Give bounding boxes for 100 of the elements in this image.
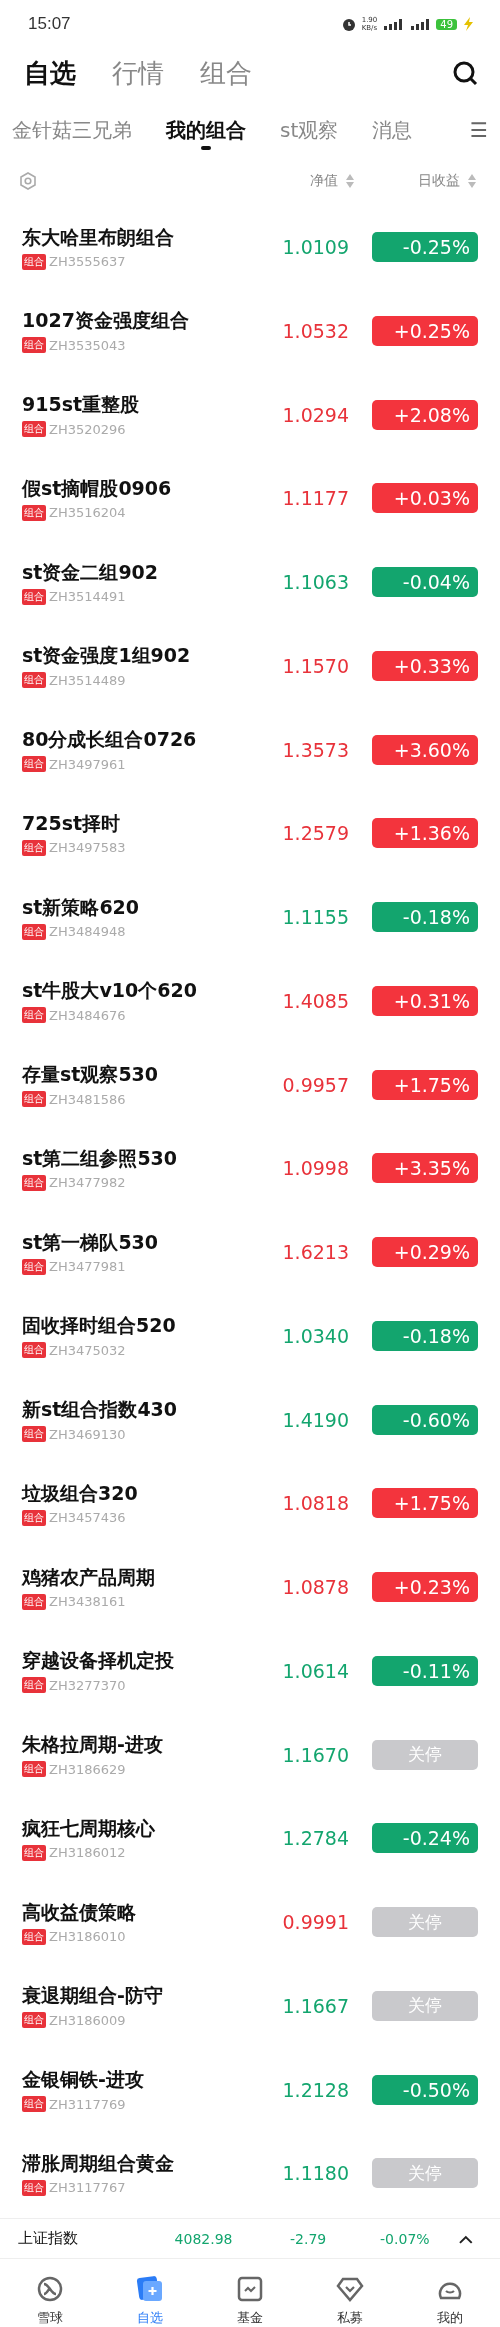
portfolio-name[interactable]: 固收择时组合520 [22, 1313, 249, 1340]
net-value: 1.0818 [281, 1492, 349, 1515]
group-tab[interactable]: 金针菇三兄弟 [12, 116, 132, 150]
portfolio-tag: 组合 [22, 504, 46, 521]
portfolio-tag: 组合 [22, 1593, 46, 1610]
nav-tab[interactable]: 我的 [437, 2309, 463, 2327]
net-value: 1.3573 [281, 738, 349, 761]
portfolio-code: ZH3484948 [49, 924, 126, 939]
circle-icon[interactable] [36, 2275, 64, 2303]
daily-return-badge: -0.11% [372, 1655, 478, 1686]
portfolio-code: ZH3469130 [49, 1426, 126, 1442]
card-plus-icon[interactable] [136, 2275, 164, 2303]
daily-return-badge: -0.50% [372, 2074, 478, 2105]
portfolio-code: ZH3117769 [49, 2096, 126, 2112]
portfolio-name[interactable]: 80分成长组合0726 [22, 727, 249, 753]
nav-tab[interactable]: 私募 [337, 2309, 363, 2327]
net-value: 1.0614 [281, 1659, 349, 1682]
portfolio-name[interactable]: st资金强度1组902 [22, 643, 249, 670]
daily-return-badge: +0.23% [372, 1572, 478, 1602]
index-name: 上证指数 [18, 2229, 79, 2249]
portfolio-tag: 组合 [22, 1677, 46, 1694]
portfolio-tag: 组合 [22, 1091, 46, 1107]
daily-return-column-header[interactable]: 日收益 [418, 171, 460, 190]
portfolio-name[interactable]: 假st摘帽股0906 [22, 475, 249, 502]
portfolio-name[interactable]: 疯狂七周期核心 [22, 1815, 249, 1842]
portfolio-tag: 组合 [22, 1007, 46, 1024]
portfolio-tag: 组合 [22, 672, 46, 689]
portfolio-name[interactable]: st资金二组902 [22, 559, 249, 586]
expand-icon[interactable] [458, 2233, 474, 2244]
portfolio-name[interactable]: 垃圾组合320 [22, 1480, 249, 1507]
net-value: 1.1670 [281, 1743, 349, 1766]
portfolio-tag: 组合 [22, 1174, 46, 1191]
portfolio-name[interactable]: 穿越设备择机定投 [22, 1648, 249, 1675]
portfolio-name[interactable]: st牛股大v10个620 [22, 978, 249, 1005]
group-tab[interactable]: 消息 [372, 116, 413, 150]
portfolio-tag: 组合 [22, 337, 46, 354]
portfolio-name[interactable]: 725st择时 [22, 810, 249, 837]
portfolio-code: ZH3481586 [49, 1091, 126, 1107]
daily-return-badge: -0.18% [372, 1320, 478, 1351]
portfolio-name[interactable]: st第二组参照530 [22, 1145, 249, 1172]
portfolio-code: ZH3186009 [49, 2012, 126, 2028]
portfolio-name[interactable]: 1027资金强度组合 [22, 308, 249, 335]
portfolio-name[interactable]: 915st重整股 [22, 392, 249, 418]
daily-return-badge: +1.36% [372, 818, 478, 849]
nav-column-header[interactable]: 净值 [310, 171, 338, 190]
portfolio-tag: 组合 [22, 588, 46, 605]
portfolio-name[interactable]: 新st组合指数430 [22, 1397, 249, 1423]
daily-return-badge: -0.24% [372, 1823, 478, 1854]
portfolio-name[interactable]: st新策略620 [22, 894, 249, 921]
nav-tab[interactable]: 雪球 [37, 2309, 63, 2327]
net-value: 1.1180 [281, 2162, 349, 2185]
search-icon[interactable] [452, 59, 480, 88]
portfolio-tag: 组合 [22, 1509, 46, 1526]
portfolio-code: ZH3497583 [49, 840, 126, 856]
portfolio-name[interactable]: 滞胀周期组合黄金 [22, 2150, 249, 2177]
daily-return-badge: +3.35% [372, 1153, 478, 1184]
chart-icon[interactable] [236, 2275, 264, 2303]
daily-return-badge: +1.75% [372, 1069, 478, 1100]
portfolio-code: ZH3277370 [49, 1677, 126, 1693]
portfolio-tag: 组合 [22, 2179, 46, 2196]
portfolio-tag: 组合 [22, 1342, 46, 1359]
portfolio-name[interactable]: 存量st观察530 [22, 1062, 249, 1088]
net-value: 1.1177 [281, 487, 349, 510]
main-tab[interactable]: 组合 [200, 56, 252, 92]
status-time: 15:07 [28, 14, 71, 35]
daily-return-badge: -0.18% [372, 902, 478, 932]
net-value: 1.1155 [281, 906, 349, 928]
alarm-icon [340, 16, 357, 33]
diamond-icon[interactable] [336, 2275, 364, 2303]
nav-tab[interactable]: 基金 [237, 2309, 263, 2327]
index-value: 4082.98 [174, 2230, 234, 2247]
portfolio-code: ZH3186629 [49, 1761, 126, 1777]
main-tab[interactable]: 自选 [24, 56, 76, 92]
daily-return-badge: -0.25% [372, 232, 478, 262]
daily-return-badge: +0.33% [372, 650, 478, 681]
portfolio-name[interactable]: 衰退期组合-防守 [22, 1983, 249, 2010]
portfolio-code: ZH3555637 [49, 254, 126, 269]
portfolio-name[interactable]: st第一梯队530 [22, 1229, 249, 1256]
portfolio-code: ZH3117767 [49, 2180, 126, 2196]
net-value: 1.0532 [281, 319, 349, 342]
charging-icon [462, 17, 474, 32]
group-tab[interactable]: st观察 [280, 116, 339, 150]
group-tab[interactable]: 我的组合 [166, 116, 246, 150]
portfolio-tag: 组合 [22, 756, 46, 772]
portfolio-code: ZH3186012 [49, 1845, 126, 1861]
main-tab[interactable]: 行情 [112, 56, 164, 92]
menu-button[interactable]: ☰ [470, 118, 488, 143]
signal-icon [382, 17, 405, 32]
portfolio-name[interactable]: 金银铜铁-进攻 [22, 2067, 249, 2093]
portfolio-name[interactable]: 鸡猪农产品周期 [22, 1564, 249, 1591]
portfolio-code: ZH3186010 [49, 1929, 126, 1944]
net-value: 1.0109 [281, 236, 349, 258]
nav-tab[interactable]: 自选 [137, 2309, 163, 2327]
portfolio-code: ZH3535043 [49, 337, 126, 353]
portfolio-name[interactable]: 朱格拉周期-进攻 [22, 1732, 249, 1758]
net-value: 1.4085 [281, 989, 349, 1012]
portfolio-name[interactable]: 东大哈里布朗组合 [22, 224, 249, 251]
portfolio-name[interactable]: 高收益债策略 [22, 1899, 249, 1926]
portfolio-code: ZH3514491 [49, 589, 126, 604]
portfolio-code: ZH3457436 [49, 1510, 126, 1526]
